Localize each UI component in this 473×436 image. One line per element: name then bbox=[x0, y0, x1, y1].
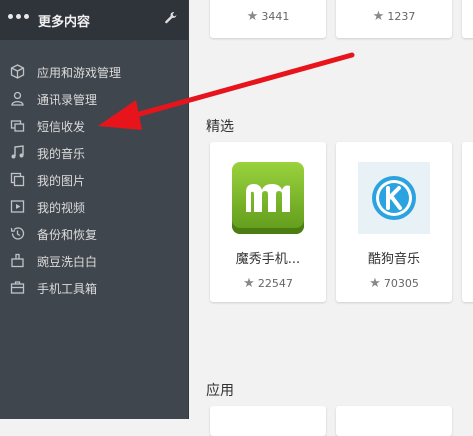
annotation-arrow bbox=[98, 52, 355, 130]
